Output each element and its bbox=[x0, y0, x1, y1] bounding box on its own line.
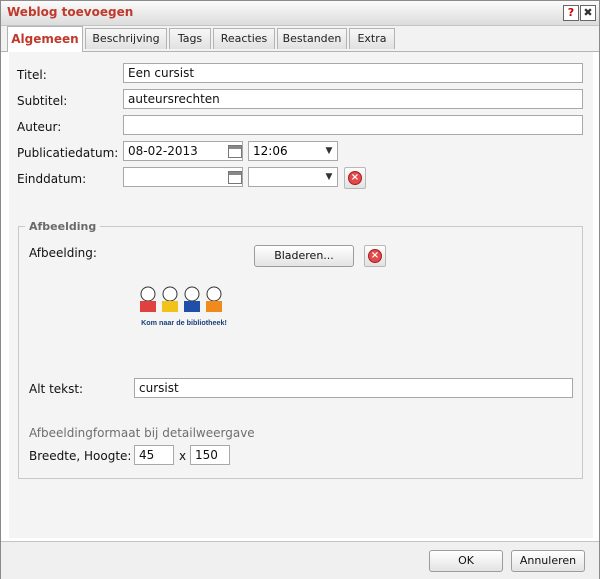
einddatum-label: Einddatum: bbox=[17, 172, 87, 186]
afbeelding-label: Afbeelding: bbox=[29, 246, 97, 260]
delete-icon: × bbox=[348, 171, 362, 185]
delete-icon: × bbox=[368, 249, 382, 263]
time-value: 12:06 bbox=[253, 144, 288, 158]
bladeren-button[interactable]: Bladeren... bbox=[254, 245, 354, 267]
times-separator: x bbox=[179, 449, 187, 463]
tab-bar: Algemeen Beschrijving Tags Reacties Best… bbox=[1, 26, 599, 52]
weblog-dialog: Weblog toevoegen ? ✖ Algemeen Beschrijvi… bbox=[0, 0, 600, 579]
dialog-footer: OK Annuleren bbox=[1, 541, 599, 579]
publicatiedatum-label: Publicatiedatum: bbox=[17, 146, 119, 160]
bibliotheek-logo-image: Kom naar de bibliotheek! bbox=[140, 286, 227, 327]
tab-reacties[interactable]: Reacties bbox=[213, 28, 275, 49]
publicatiedatum-time-select[interactable]: 12:06 ▼ bbox=[248, 141, 338, 161]
chevron-down-icon: ▼ bbox=[325, 146, 333, 156]
logo-caption: Kom naar de bibliotheek! bbox=[141, 318, 227, 327]
alt-tekst-label: Alt tekst: bbox=[29, 382, 84, 396]
tab-extra[interactable]: Extra bbox=[349, 28, 395, 49]
help-icon[interactable]: ? bbox=[563, 5, 579, 21]
calendar-icon[interactable] bbox=[228, 171, 242, 184]
subtitel-label: Subtitel: bbox=[17, 94, 68, 108]
width-input[interactable]: 45 bbox=[134, 445, 174, 465]
close-icon[interactable]: ✖ bbox=[580, 5, 596, 21]
publicatiedatum-date-input[interactable]: 08-02-2013 bbox=[123, 141, 243, 161]
afbeelding-legend: Afbeelding bbox=[25, 220, 101, 233]
subtitel-input[interactable]: auteursrechten bbox=[123, 89, 583, 109]
auteur-input[interactable] bbox=[123, 115, 583, 135]
dialog-title: Weblog toevoegen bbox=[7, 5, 134, 19]
auteur-label: Auteur: bbox=[17, 120, 62, 134]
format-hint: Afbeeldingformaat bij detailweergave bbox=[29, 426, 255, 440]
tab-algemeen[interactable]: Algemeen bbox=[7, 26, 83, 52]
chevron-down-icon: ▼ bbox=[325, 172, 333, 182]
remove-image-button[interactable]: × bbox=[364, 245, 386, 267]
tab-beschrijving[interactable]: Beschrijving bbox=[85, 28, 167, 49]
alt-tekst-input[interactable]: cursist bbox=[134, 378, 573, 398]
einddatum-date-input[interactable] bbox=[123, 167, 243, 187]
ok-button[interactable]: OK bbox=[429, 550, 503, 572]
titel-label: Titel: bbox=[17, 68, 47, 82]
einddatum-time-select[interactable]: ▼ bbox=[248, 167, 338, 187]
titel-input[interactable]: Een cursist bbox=[123, 63, 583, 83]
clear-einddatum-button[interactable]: × bbox=[344, 167, 366, 189]
cancel-button[interactable]: Annuleren bbox=[511, 550, 585, 572]
height-input[interactable]: 150 bbox=[190, 445, 230, 465]
tab-bestanden[interactable]: Bestanden bbox=[277, 28, 347, 49]
calendar-icon[interactable] bbox=[228, 145, 242, 158]
dialog-titlebar: Weblog toevoegen ? ✖ bbox=[1, 1, 599, 26]
tab-content-panel: Titel: Een cursist Subtitel: auteursrech… bbox=[9, 52, 593, 538]
breedte-hoogte-label: Breedte, Hoogte: bbox=[29, 449, 132, 463]
tab-tags[interactable]: Tags bbox=[169, 28, 211, 49]
